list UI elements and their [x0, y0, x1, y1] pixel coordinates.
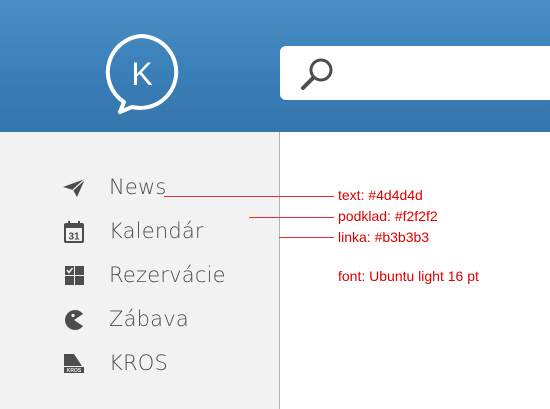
sidebar-item-label: Kalendár [109, 219, 204, 243]
kros-logo-text: KROS [67, 368, 82, 374]
search-icon[interactable] [300, 56, 336, 92]
paper-plane-icon [63, 178, 86, 197]
pacman-icon [65, 310, 83, 330]
logo-letter: K [131, 56, 152, 92]
sidebar-item-kalendar[interactable]: 31 Kalendár [0, 212, 279, 252]
annotation-text-color: text: #4d4d4d [338, 187, 423, 203]
sidebar-item-zabava[interactable]: Zábava [0, 300, 279, 340]
sidebar-item-label: News [109, 175, 167, 199]
annotation-line-background [249, 217, 334, 218]
search-bar[interactable] [280, 46, 550, 100]
sidebar-item-label: Zábava [109, 307, 189, 331]
kros-logo-icon: KROS [64, 354, 84, 374]
search-input[interactable] [346, 58, 550, 90]
sidebar-item-news[interactable]: News [0, 168, 279, 208]
sidebar-item-label: Rezervácie [109, 263, 226, 287]
sidebar-item-kros[interactable]: KROS KROS [0, 344, 279, 384]
calendar-icon: 31 [64, 221, 84, 243]
app-header: K [0, 0, 550, 132]
sidebar: News 31 Kalendár Rezervácie Zábava KROS … [0, 132, 280, 409]
annotation-line: linka: #b3b3b3 [338, 229, 430, 245]
annotation-background: podklad: #f2f2f2 [338, 208, 438, 224]
sidebar-item-rezervacie[interactable]: Rezervácie [0, 256, 279, 296]
annotation-line-text [164, 196, 334, 197]
annotation-font: font: Ubuntu light 16 pt [338, 268, 479, 284]
sidebar-item-label: KROS [109, 351, 169, 375]
kros-logo-icon[interactable]: K [98, 30, 186, 118]
calendar-day: 31 [68, 232, 80, 243]
annotation-line-border [279, 237, 334, 238]
grid-check-icon [65, 266, 84, 285]
